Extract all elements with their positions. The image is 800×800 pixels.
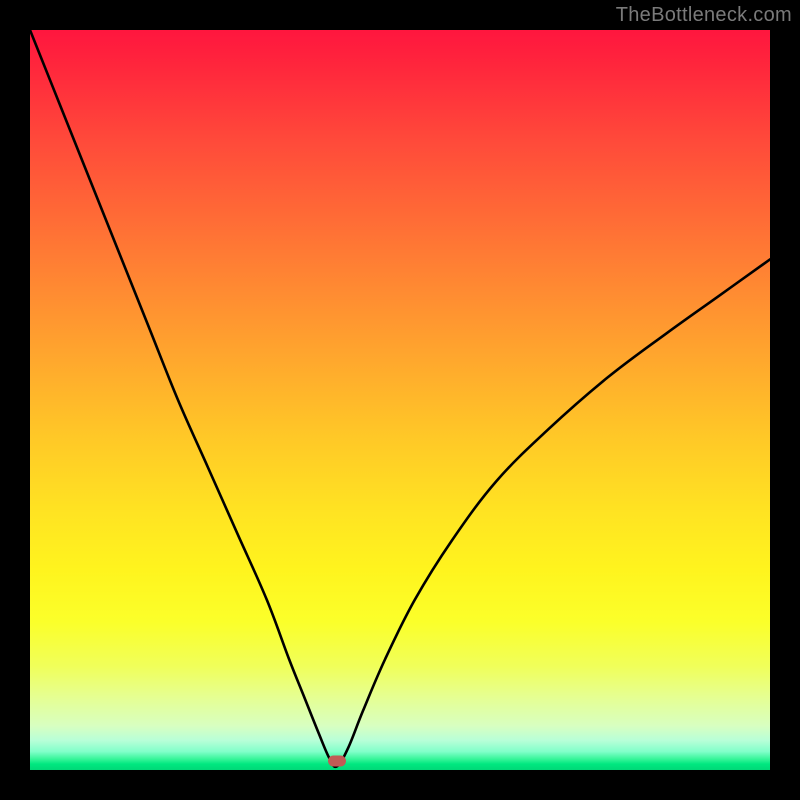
optimal-marker	[328, 756, 346, 767]
chart-container: TheBottleneck.com	[0, 0, 800, 800]
plot-area	[30, 30, 770, 770]
watermark-text: TheBottleneck.com	[616, 4, 792, 27]
bottleneck-curve	[30, 30, 770, 770]
